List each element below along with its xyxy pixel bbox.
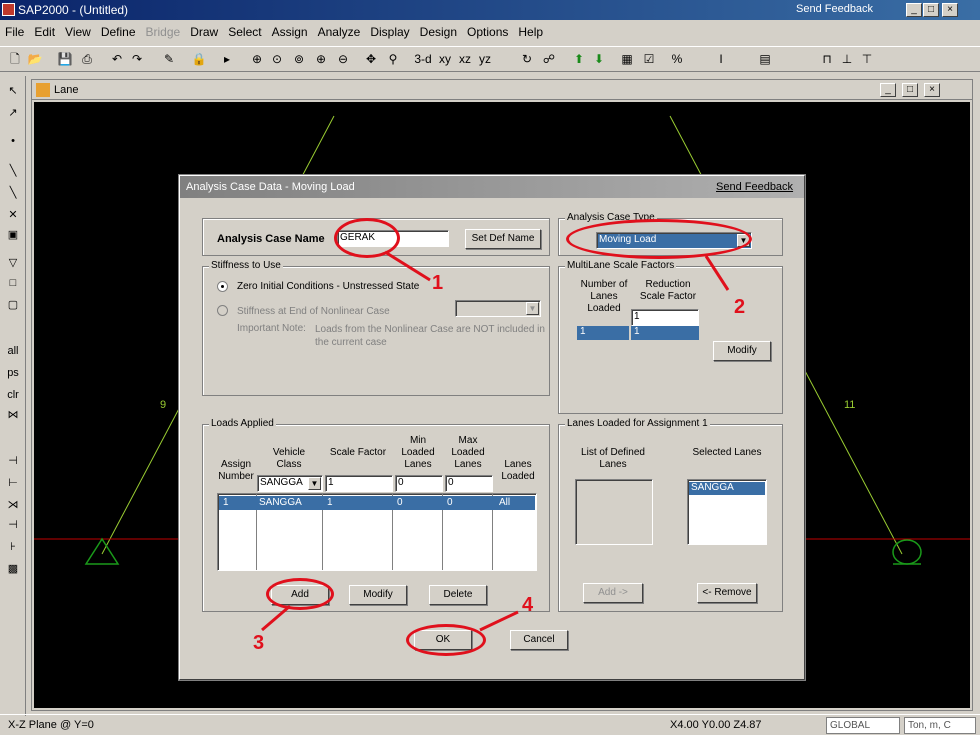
annotation-circle-case-type: [566, 219, 752, 259]
coord-system-value: GLOBAL: [830, 720, 871, 731]
annotation-number-2: 2: [734, 296, 746, 318]
annotation-circle-ok: [406, 624, 486, 656]
plane-status: X-Z Plane @ Y=0: [8, 719, 94, 731]
units-dropdown[interactable]: Ton, m, C: [904, 717, 976, 734]
status-bar: X-Z Plane @ Y=0 X4.00 Y0.00 Z4.87 GLOBAL…: [0, 714, 980, 735]
annotation-arrows: [261, 250, 730, 632]
units-value: Ton, m, C: [908, 720, 951, 731]
coord-system-dropdown[interactable]: GLOBAL: [826, 717, 900, 734]
annotation-number-4: 4: [522, 594, 534, 616]
annotation-number-3: 3: [253, 632, 265, 654]
annotation-number-1: 1: [432, 272, 444, 294]
coordinate-readout: X4.00 Y0.00 Z4.87: [670, 719, 762, 731]
annotation-circle-add: [266, 578, 334, 610]
